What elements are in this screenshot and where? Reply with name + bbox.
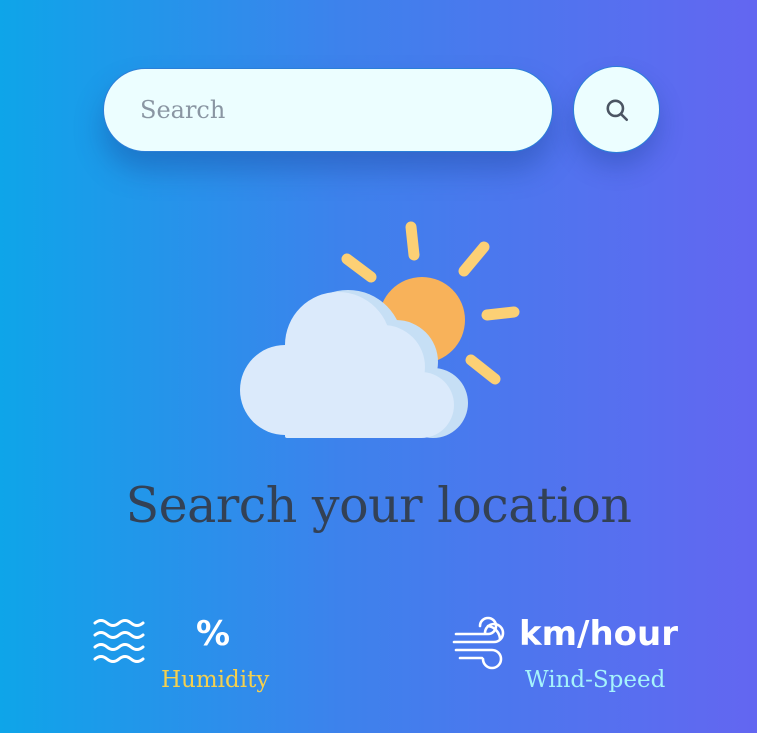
wind-speed-label: Wind-Speed	[525, 667, 666, 693]
waves-icon	[93, 619, 145, 663]
humidity-label: Humidity	[161, 667, 270, 693]
partly-cloudy-icon	[240, 221, 520, 438]
wind-speed-value: km/hour	[519, 614, 678, 654]
page-title: Search your location	[125, 477, 632, 534]
wind-icon	[452, 616, 505, 670]
humidity-stat: % Humidity	[92, 612, 292, 702]
search-icon	[605, 98, 628, 121]
search-button[interactable]	[573, 66, 660, 153]
search-bar	[103, 66, 660, 153]
weather-card: Search your location % Humidity km/hour	[0, 0, 757, 733]
wind-speed-stat: km/hour Wind-Speed	[450, 612, 690, 702]
humidity-value: %	[196, 614, 231, 654]
search-input[interactable]	[103, 67, 553, 152]
